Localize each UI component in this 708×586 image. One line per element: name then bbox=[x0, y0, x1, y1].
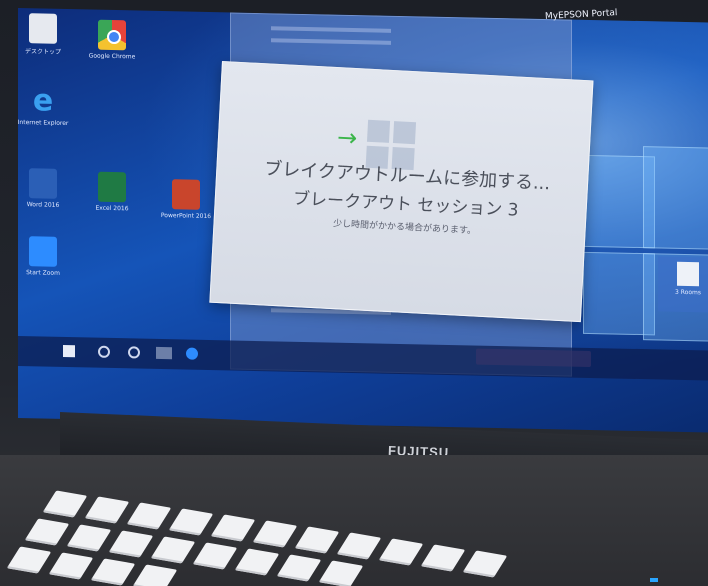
keyboard-key[interactable] bbox=[234, 548, 280, 576]
tile-label: 3 Rooms bbox=[675, 288, 701, 297]
keyboard-key[interactable] bbox=[420, 544, 466, 572]
document-icon bbox=[677, 261, 699, 287]
keyboard-key[interactable] bbox=[66, 524, 112, 552]
keyboard-key[interactable] bbox=[276, 554, 322, 582]
keyboard-key[interactable] bbox=[378, 538, 424, 566]
breakout-joining-dialog: → ブレイクアウトルームに参加する... ブレークアウト セッション 3 少し時… bbox=[209, 61, 594, 323]
keyboard-key[interactable] bbox=[168, 508, 214, 536]
keyboard-key[interactable] bbox=[42, 490, 88, 518]
arrow-right-icon: → bbox=[336, 123, 358, 153]
notification-tile[interactable]: 3 Rooms bbox=[658, 256, 708, 313]
keyboard-key[interactable] bbox=[132, 564, 178, 586]
start-icon[interactable] bbox=[63, 344, 75, 358]
keyboard-key[interactable] bbox=[192, 542, 238, 570]
keyboard-key[interactable] bbox=[462, 550, 508, 578]
desktop-icon-label: Word 2016 bbox=[26, 201, 60, 209]
folder-icon bbox=[29, 13, 57, 44]
keyboard-key[interactable] bbox=[252, 520, 298, 548]
desktop-icon-label: PowerPoint 2016 bbox=[160, 211, 212, 221]
keyboard-key[interactable] bbox=[210, 514, 256, 542]
chrome-icon bbox=[98, 19, 126, 51]
powerpoint-icon bbox=[172, 179, 200, 210]
keyboard-key[interactable] bbox=[24, 518, 70, 546]
desktop-icon-folder[interactable]: デスクトップ bbox=[18, 13, 73, 56]
desktop-icon-label: Excel 2016 bbox=[95, 204, 129, 213]
keyboard-key[interactable] bbox=[126, 502, 172, 530]
excel-icon bbox=[98, 171, 126, 203]
keyboard-key[interactable] bbox=[6, 546, 52, 574]
desktop-icon-word[interactable]: Word 2016 bbox=[18, 168, 73, 209]
desktop-icon-zoom[interactable]: Start Zoom bbox=[18, 236, 73, 277]
window-text-line bbox=[271, 26, 391, 33]
keyboard-key[interactable] bbox=[90, 558, 136, 586]
desktop-icon-label: デスクトップ bbox=[24, 48, 61, 56]
desktop-icon-ie[interactable]: e Internet Explorer bbox=[18, 83, 73, 128]
desktop-icon-label: Start Zoom bbox=[26, 269, 60, 277]
cortana-icon[interactable] bbox=[128, 346, 140, 359]
keyboard-key[interactable] bbox=[336, 532, 382, 560]
desktop-icon-label: Google Chrome bbox=[88, 52, 136, 61]
windows-logo-pane bbox=[643, 146, 708, 250]
zoom-icon bbox=[29, 236, 57, 267]
internet-explorer-icon: e bbox=[32, 83, 54, 119]
desktop-icon-powerpoint[interactable]: PowerPoint 2016 bbox=[156, 179, 216, 220]
keyboard-key[interactable] bbox=[318, 560, 364, 586]
search-icon[interactable] bbox=[98, 345, 110, 358]
keyboard bbox=[0, 485, 708, 586]
desktop-icon-excel[interactable]: Excel 2016 bbox=[82, 171, 142, 212]
zoom-taskbar-icon[interactable] bbox=[186, 347, 198, 360]
task-view-icon[interactable] bbox=[156, 346, 172, 360]
photo-scene: デスクトップ Google Chrome e Internet Explorer… bbox=[0, 0, 708, 586]
desktop-icon-chrome[interactable]: Google Chrome bbox=[82, 19, 142, 60]
keyboard-key[interactable] bbox=[48, 552, 94, 580]
word-icon bbox=[29, 168, 57, 199]
desktop-icon-label: Internet Explorer bbox=[18, 118, 69, 128]
keyboard-key[interactable] bbox=[84, 496, 130, 524]
keyboard-key[interactable] bbox=[150, 536, 196, 564]
indicator-light bbox=[650, 578, 658, 582]
keyboard-key[interactable] bbox=[108, 530, 154, 558]
window-text-line bbox=[271, 38, 391, 45]
keyboard-key[interactable] bbox=[294, 526, 340, 554]
